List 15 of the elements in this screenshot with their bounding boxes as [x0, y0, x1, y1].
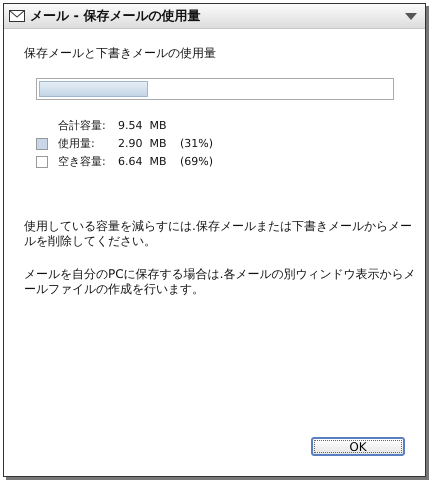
ok-button[interactable]: OK [311, 437, 405, 456]
legend-label: 合計容量: [58, 118, 107, 133]
section-heading: 保存メールと下書きメールの使用量 [24, 45, 217, 62]
window-title: メール - 保存メールの使用量 [30, 8, 202, 25]
info-text: 使用している容量を減らすには.保存メールまたは下書きメールからメールを削除してください。 [24, 219, 413, 249]
legend-label: 空き容量: [58, 154, 107, 169]
dropdown-arrow-icon[interactable] [405, 12, 417, 20]
legend-value: 2.90 MB [118, 137, 168, 150]
legend-percent: (69%) [180, 155, 214, 168]
legend-percent: (31%) [180, 137, 214, 150]
info-text: メールを自分のPCに保存する場合は.各メールの別ウィンドウ表示からメールファイルの作成を行います。 [24, 267, 416, 297]
envelope-icon [9, 10, 25, 22]
legend-value: 9.54 MB [118, 119, 168, 132]
legend-value: 6.64 MB [118, 155, 168, 168]
legend-label: 使用量: [58, 136, 96, 151]
